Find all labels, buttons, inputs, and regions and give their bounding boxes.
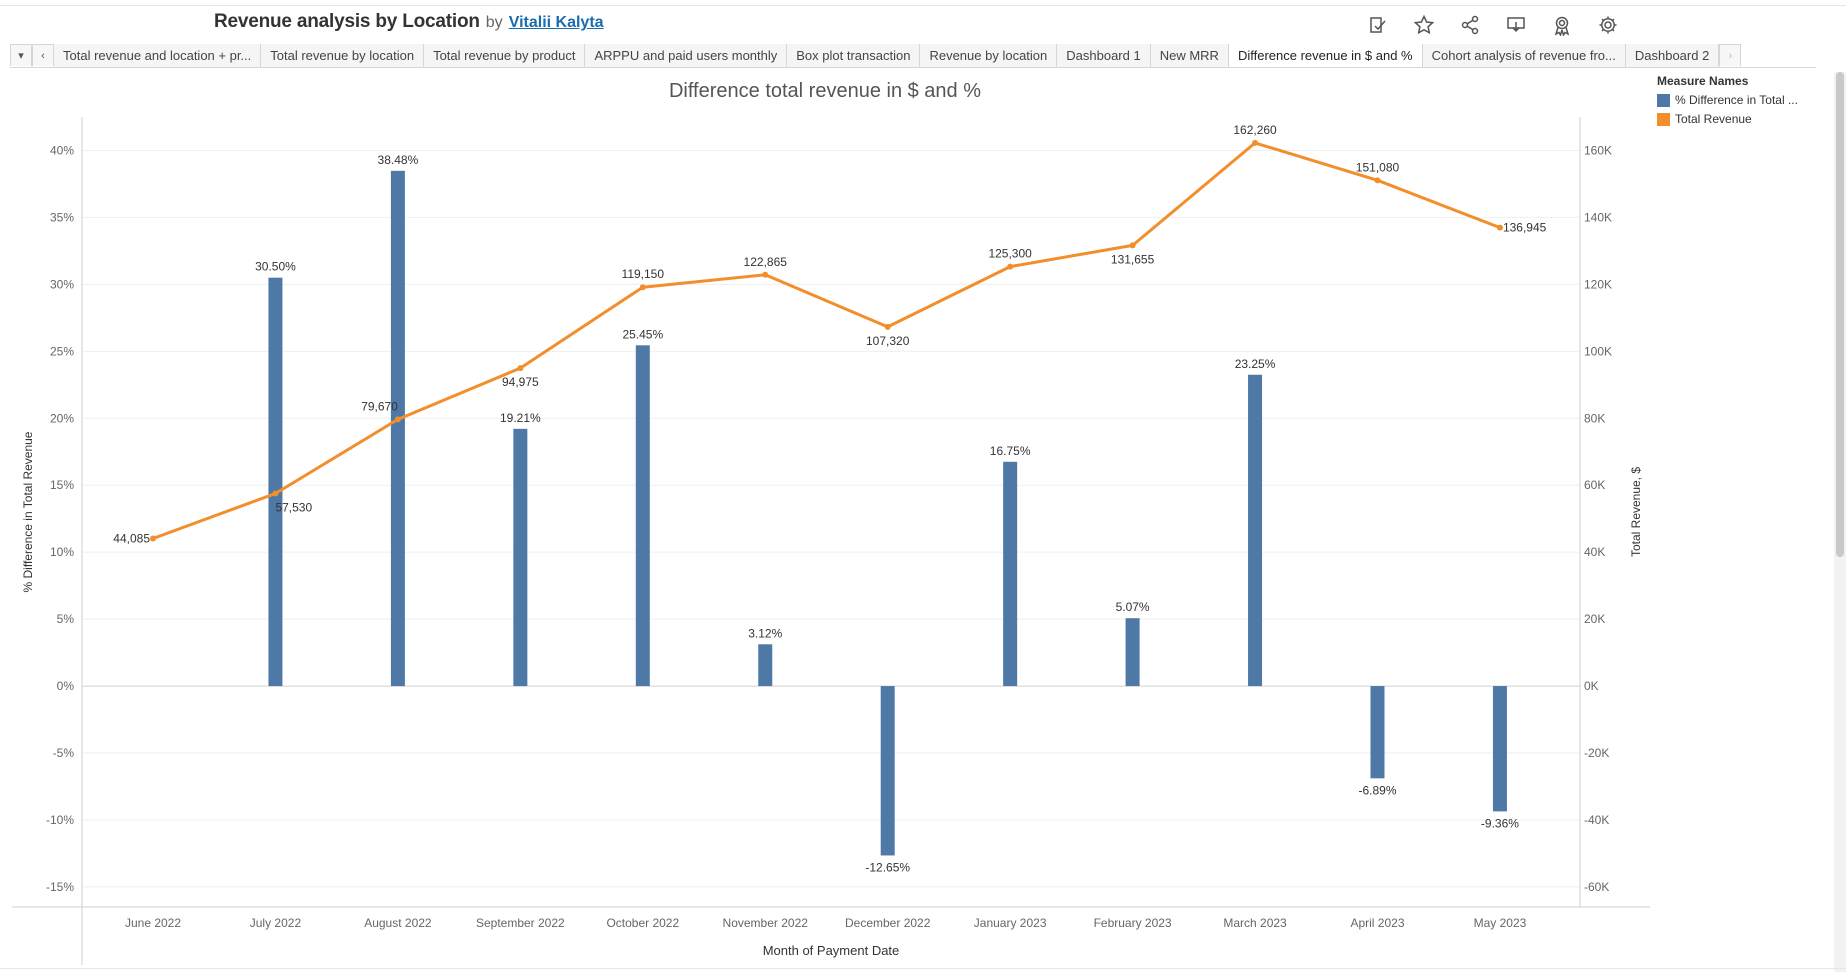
x-axis-title: Month of Payment Date — [763, 943, 900, 958]
y-tick-label: 40% — [50, 143, 74, 157]
bar — [880, 686, 895, 856]
y2-axis-title: Total Revenue, $ — [1629, 467, 1643, 557]
y-tick-label: 5% — [57, 612, 75, 626]
y-tick-label: 15% — [50, 478, 74, 492]
x-tick-label: May 2023 — [1474, 916, 1527, 930]
x-tick-label: April 2023 — [1350, 916, 1404, 930]
x-tick-label: December 2022 — [845, 916, 931, 930]
line-point — [1007, 263, 1014, 270]
x-tick-label: November 2022 — [723, 916, 809, 930]
bar — [1248, 374, 1263, 687]
x-tick-label: August 2022 — [364, 916, 432, 930]
bar — [268, 277, 283, 687]
bar-label: -12.65% — [865, 860, 910, 874]
tableau-viz: Revenue analysis by Location by Vitalii … — [0, 0, 1846, 972]
line-point — [394, 416, 401, 423]
combo-chart: 40% 35% 30% 25% 20% 15% 10% 5% 0% -5% -10% -15% 160K… — [12, 117, 1650, 965]
tabs-next-icon[interactable]: › — [1719, 44, 1742, 66]
y-tick-label: 10% — [50, 545, 74, 559]
y2-tick-label: 0K — [1584, 679, 1599, 693]
line-label: 151,080 — [1356, 160, 1400, 174]
y-tick-label: -15% — [46, 880, 74, 894]
bar-label: 25.45% — [622, 327, 663, 341]
y2-tick-label: 20K — [1584, 612, 1605, 626]
bar-label: 38.48% — [378, 153, 419, 167]
line-label: 107,320 — [866, 334, 910, 348]
y2-tick-label: 40K — [1584, 545, 1605, 559]
line-label: 122,865 — [744, 255, 788, 269]
legend-label: Total Revenue — [1675, 112, 1752, 126]
line-point — [150, 535, 156, 542]
line-label: 44,085 — [113, 531, 150, 545]
line-label: 79,670 — [361, 399, 398, 413]
y2-tick-label: 160K — [1584, 143, 1612, 157]
legend-label: % Difference in Total ... — [1675, 93, 1798, 107]
y-axis-title: % Difference in Total Revenue — [21, 431, 35, 592]
bar — [635, 345, 650, 687]
bar — [758, 644, 773, 687]
line-point — [639, 284, 646, 291]
vertical-scrollbar[interactable] — [1834, 72, 1846, 972]
x-tick-label: February 2023 — [1094, 916, 1172, 930]
scrollbar-thumb[interactable] — [1836, 72, 1844, 557]
line-label: 131,655 — [1111, 252, 1155, 266]
bar — [390, 170, 405, 687]
line-point — [517, 365, 524, 372]
line-point — [884, 323, 891, 330]
y-tick-label: 20% — [50, 411, 74, 425]
x-tick-label: October 2022 — [606, 916, 679, 930]
legend-swatch-blue — [1657, 93, 1670, 107]
x-tick-label: June 2022 — [125, 916, 181, 930]
y2-tick-label: 60K — [1584, 478, 1605, 492]
x-tick-label: January 2023 — [974, 916, 1047, 930]
y-tick-label: -10% — [46, 813, 74, 827]
bar — [1125, 618, 1140, 687]
bar-label: -6.89% — [1358, 783, 1396, 797]
bar-label: 19.21% — [500, 411, 541, 425]
bar — [1370, 686, 1385, 779]
y2-tick-label: 140K — [1584, 210, 1612, 224]
line-point — [762, 271, 769, 278]
y2-tick-label: 120K — [1584, 277, 1612, 291]
bar-label: 3.12% — [748, 626, 782, 640]
line-point — [1129, 242, 1136, 249]
y2-tick-label: 100K — [1584, 344, 1612, 358]
bar — [1003, 461, 1018, 687]
y-tick-label: -5% — [53, 746, 75, 760]
y-tick-label: 30% — [50, 277, 74, 291]
x-tick-label: September 2022 — [476, 916, 565, 930]
legend-title: Measure Names — [1657, 74, 1749, 88]
bar — [1492, 686, 1507, 812]
legend-swatch-orange — [1657, 112, 1670, 126]
line-label: 57,530 — [275, 500, 312, 514]
bar-label: 5.07% — [1116, 600, 1150, 614]
line-point — [272, 490, 279, 497]
bar-label: 30.50% — [255, 260, 296, 274]
y2-tick-label: -40K — [1584, 813, 1609, 827]
line-label: 125,300 — [988, 247, 1032, 261]
line-point — [1252, 139, 1259, 146]
y2-tick-label: -60K — [1584, 880, 1609, 894]
x-tick-label: March 2023 — [1223, 916, 1287, 930]
bar-label: -9.36% — [1481, 816, 1519, 830]
y-tick-label: 25% — [50, 344, 74, 358]
x-tick-label: July 2022 — [250, 916, 302, 930]
legend-item-total-revenue[interactable]: Total Revenue — [1657, 112, 1827, 126]
legend-item-pct-difference[interactable]: % Difference in Total ... — [1657, 93, 1827, 107]
bar-label: 23.25% — [1235, 357, 1276, 371]
line-label: 119,150 — [622, 267, 665, 281]
line-label: 162,260 — [1233, 123, 1277, 137]
bar-label: 16.75% — [990, 444, 1031, 458]
legend: Measure Names % Difference in Total ... … — [1657, 74, 1827, 131]
y2-tick-label: -20K — [1584, 746, 1609, 760]
revenue-line — [152, 141, 1501, 540]
line-label: 136,945 — [1503, 221, 1547, 235]
bar — [513, 428, 528, 687]
y2-tick-label: 80K — [1584, 411, 1605, 425]
bottom-border — [0, 968, 1846, 969]
y-tick-label: 35% — [50, 210, 74, 224]
y-tick-label: 0% — [57, 679, 75, 693]
line-label: 94,975 — [502, 375, 539, 389]
line-point — [1374, 177, 1381, 184]
